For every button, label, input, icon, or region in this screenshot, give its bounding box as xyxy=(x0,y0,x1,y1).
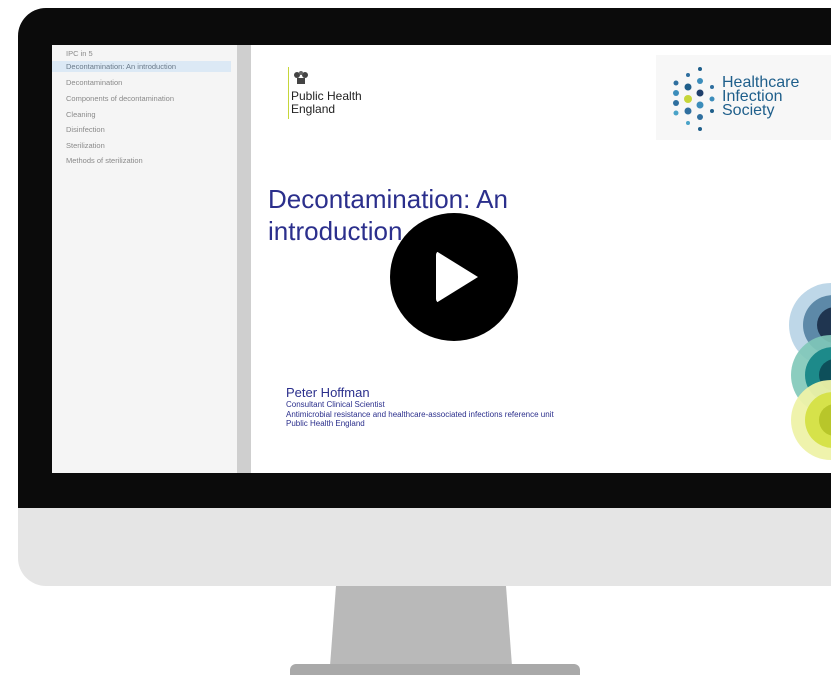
his-dots-icon xyxy=(673,67,715,131)
his-logo: Healthcare Infection Society xyxy=(656,55,831,140)
decorative-circles xyxy=(789,283,831,460)
slide: Public Health England Healthcare Infecti… xyxy=(251,45,831,473)
sidebar-item-components[interactable]: Components of decontamination xyxy=(66,93,174,104)
his-logo-text: Healthcare Infection Society xyxy=(722,75,799,119)
presenter-name: Peter Hoffman xyxy=(286,385,370,400)
sidebar-item-cleaning[interactable]: Cleaning xyxy=(66,109,96,120)
phe-logo-rule xyxy=(288,67,289,119)
monitor-stand-base xyxy=(290,664,580,675)
presenter-unit: Antimicrobial resistance and healthcare-… xyxy=(286,409,554,419)
his-logo-line3: Society xyxy=(722,102,775,119)
play-button[interactable] xyxy=(390,213,518,341)
phe-logo-text: Public Health England xyxy=(291,90,362,116)
presenter-block: Peter Hoffman Consultant Clinical Scient… xyxy=(286,385,554,429)
presenter-org: Public Health England xyxy=(286,419,365,428)
sidebar-item-decontamination-intro[interactable]: Decontamination: An introduction xyxy=(52,61,231,72)
play-icon xyxy=(436,251,478,303)
slide-outline-sidebar: IPC in 5 Decontamination: An introductio… xyxy=(52,45,238,473)
sidebar-item-decontamination[interactable]: Decontamination xyxy=(66,77,122,88)
sidebar-divider[interactable] xyxy=(237,45,251,473)
phe-logo-line2: England xyxy=(291,102,336,116)
sidebar-item-ipc-in-5[interactable]: IPC in 5 xyxy=(66,48,93,59)
presenter-role: Consultant Clinical Scientist xyxy=(286,400,385,409)
royal-crest-icon xyxy=(292,69,310,87)
sidebar-item-methods-of-sterilization[interactable]: Methods of sterilization xyxy=(66,155,143,166)
monitor-stand xyxy=(330,586,512,666)
slide-title-line1: Decontamination: An xyxy=(268,184,508,214)
sidebar-item-sterilization[interactable]: Sterilization xyxy=(66,140,105,151)
sidebar-item-disinfection[interactable]: Disinfection xyxy=(66,124,105,135)
